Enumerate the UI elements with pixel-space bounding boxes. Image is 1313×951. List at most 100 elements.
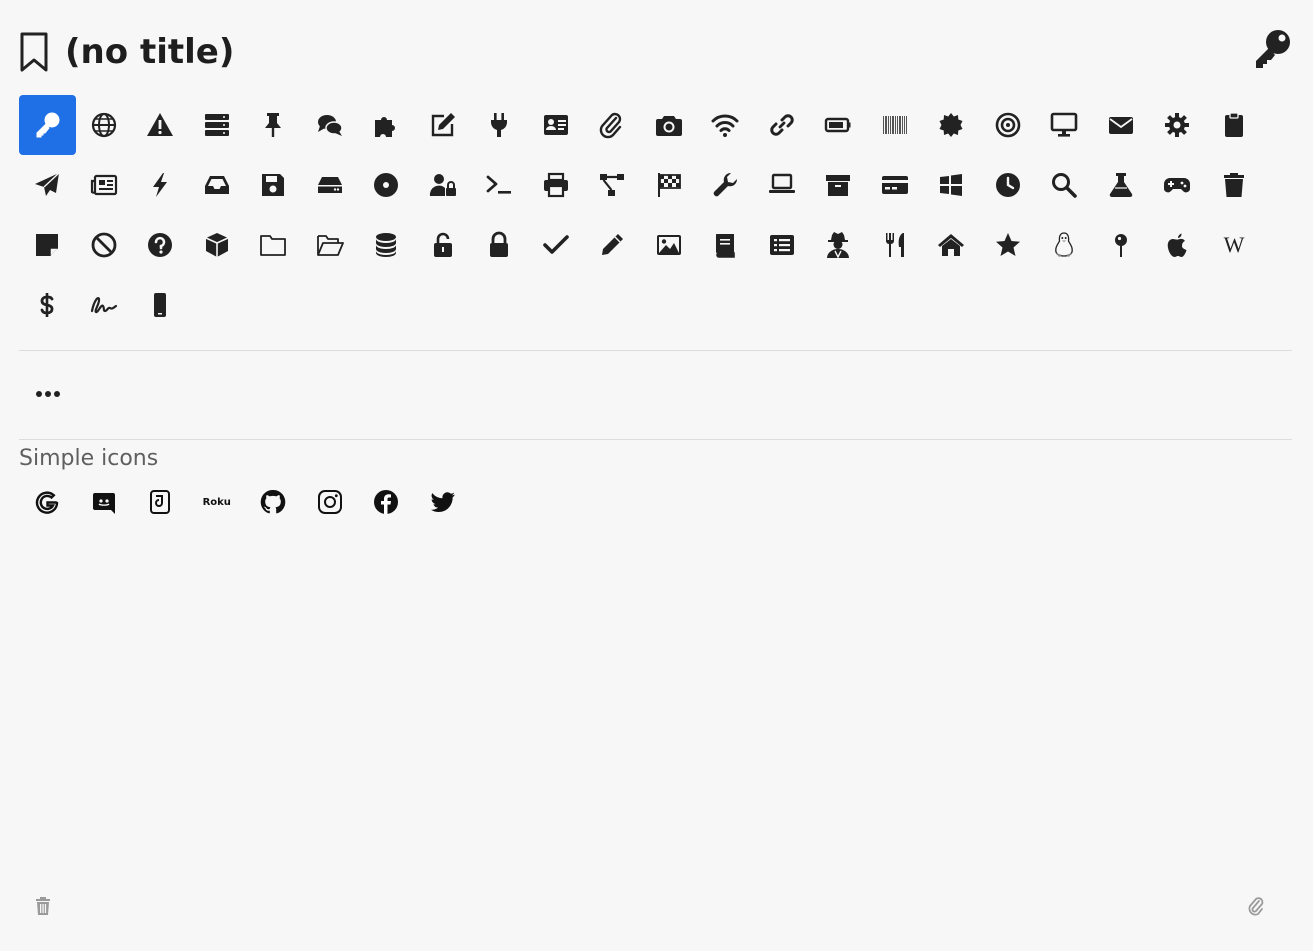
wikipedia-icon[interactable]: W xyxy=(1206,215,1263,275)
server-icon[interactable] xyxy=(189,95,246,155)
target-icon-glyph xyxy=(995,112,1021,138)
clipboard-icon[interactable] xyxy=(1206,95,1263,155)
plug-icon[interactable] xyxy=(471,95,528,155)
facebook-icon[interactable] xyxy=(358,478,415,526)
google-icon-glyph xyxy=(36,491,59,514)
credit-card-icon[interactable] xyxy=(867,155,924,215)
target-icon[interactable] xyxy=(980,95,1037,155)
user-lock-icon[interactable] xyxy=(415,155,472,215)
disc-icon[interactable] xyxy=(358,155,415,215)
user-lock-icon-glyph xyxy=(429,174,456,196)
book-icon-glyph xyxy=(716,234,736,258)
floppy-icon[interactable] xyxy=(245,155,302,215)
sticky-note-icon[interactable] xyxy=(19,215,76,275)
terminal-icon-glyph xyxy=(486,175,512,194)
dollar-icon[interactable] xyxy=(19,275,76,335)
instagram-icon-glyph xyxy=(317,490,342,514)
twitter-icon[interactable] xyxy=(415,478,472,526)
id-card-icon[interactable] xyxy=(528,95,585,155)
edit-icon[interactable] xyxy=(415,95,472,155)
bookmark-icon[interactable] xyxy=(19,32,49,72)
gear-icon[interactable] xyxy=(1149,95,1206,155)
warning-icon[interactable] xyxy=(132,95,189,155)
check-icon[interactable] xyxy=(528,215,585,275)
user-secret-icon[interactable] xyxy=(810,215,867,275)
bolt-icon[interactable] xyxy=(132,155,189,215)
utensils-icon[interactable] xyxy=(867,215,924,275)
page-title[interactable]: (no title) xyxy=(65,32,234,72)
list-icon[interactable] xyxy=(754,215,811,275)
mobile-icon[interactable] xyxy=(132,275,189,335)
key-icon[interactable] xyxy=(19,95,76,155)
laptop-icon[interactable] xyxy=(754,155,811,215)
inbox-icon[interactable] xyxy=(189,155,246,215)
signature-icon[interactable] xyxy=(76,275,133,335)
camera-icon[interactable] xyxy=(641,95,698,155)
floppy-icon-glyph xyxy=(262,174,285,196)
folder-icon[interactable] xyxy=(245,215,302,275)
link-icon-glyph xyxy=(770,114,794,136)
unlock-icon[interactable] xyxy=(415,215,472,275)
home-icon[interactable] xyxy=(923,215,980,275)
ban-icon[interactable] xyxy=(76,215,133,275)
book-icon[interactable] xyxy=(697,215,754,275)
pin-icon-glyph xyxy=(265,113,282,137)
printer-icon[interactable] xyxy=(528,155,585,215)
key-icon[interactable] xyxy=(1252,28,1292,72)
battery-icon[interactable] xyxy=(810,95,867,155)
database-icon[interactable] xyxy=(358,215,415,275)
instagram-icon[interactable] xyxy=(302,478,359,526)
wrench-icon[interactable] xyxy=(697,155,754,215)
gamepad-icon[interactable] xyxy=(1149,155,1206,215)
roku-icon[interactable]: Roku xyxy=(189,478,246,526)
google-icon[interactable] xyxy=(19,478,76,526)
envelope-icon[interactable] xyxy=(1093,95,1150,155)
terminal-icon[interactable] xyxy=(471,155,528,215)
puzzle-icon-glyph xyxy=(375,117,396,137)
star-icon[interactable] xyxy=(980,215,1037,275)
search-icon[interactable] xyxy=(1036,155,1093,215)
archive-icon[interactable] xyxy=(810,155,867,215)
map-pin-icon[interactable] xyxy=(1093,215,1150,275)
paperclip-icon[interactable] xyxy=(1247,896,1265,916)
apple-icon[interactable] xyxy=(1149,215,1206,275)
unlock-icon-glyph xyxy=(433,232,452,257)
cube-icon[interactable] xyxy=(189,215,246,275)
discord-icon[interactable] xyxy=(76,478,133,526)
paperclip-icon[interactable] xyxy=(584,95,641,155)
lock-icon-glyph xyxy=(490,231,509,257)
linux-icon[interactable] xyxy=(1036,215,1093,275)
gear-icon-glyph xyxy=(1165,113,1190,137)
clock-icon[interactable] xyxy=(980,155,1037,215)
header: (no title) xyxy=(19,28,1292,76)
badge-icon-glyph xyxy=(939,113,963,137)
folder-open-icon[interactable] xyxy=(302,215,359,275)
question-icon[interactable] xyxy=(132,215,189,275)
flask-icon[interactable] xyxy=(1093,155,1150,215)
ellipsis-icon[interactable] xyxy=(34,380,62,408)
newspaper-icon[interactable] xyxy=(76,155,133,215)
comments-icon[interactable] xyxy=(302,95,359,155)
signature-icon-glyph xyxy=(90,297,117,314)
trash-icon[interactable] xyxy=(1206,155,1263,215)
trash-icon[interactable] xyxy=(34,896,52,916)
image-icon[interactable] xyxy=(641,215,698,275)
barcode-icon[interactable] xyxy=(867,95,924,155)
home-icon-glyph xyxy=(938,234,965,256)
globe-icon[interactable] xyxy=(76,95,133,155)
puzzle-icon[interactable] xyxy=(358,95,415,155)
wifi-icon[interactable] xyxy=(697,95,754,155)
link-icon[interactable] xyxy=(754,95,811,155)
hdd-icon[interactable] xyxy=(302,155,359,215)
signal-icon[interactable] xyxy=(132,478,189,526)
windows-icon[interactable] xyxy=(923,155,980,215)
checkered-flag-icon[interactable] xyxy=(641,155,698,215)
github-icon[interactable] xyxy=(245,478,302,526)
network-icon[interactable] xyxy=(584,155,641,215)
monitor-icon[interactable] xyxy=(1036,95,1093,155)
badge-icon[interactable] xyxy=(923,95,980,155)
pencil-icon[interactable] xyxy=(584,215,641,275)
lock-icon[interactable] xyxy=(471,215,528,275)
paper-plane-icon[interactable] xyxy=(19,155,76,215)
pin-icon[interactable] xyxy=(245,95,302,155)
